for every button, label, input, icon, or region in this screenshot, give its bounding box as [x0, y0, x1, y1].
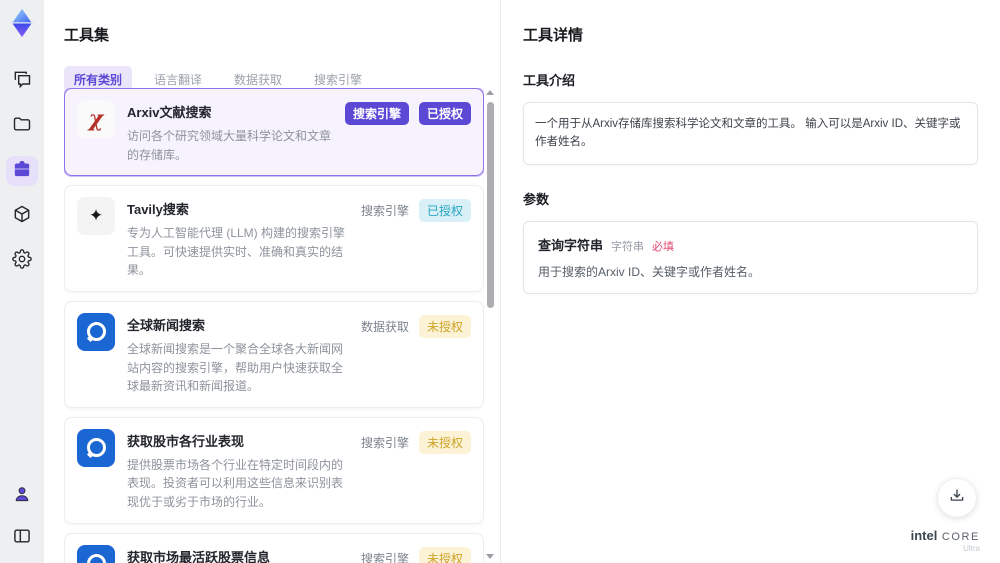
- download-button[interactable]: [938, 479, 976, 517]
- scrollbar-up-arrow-icon[interactable]: [486, 90, 494, 95]
- scrollbar-thumb[interactable]: [487, 102, 494, 308]
- tool-card[interactable]: Arxiv文献搜索 访问各个研究领域大量科学论文和文章的存储库。 搜索引擎 已授…: [64, 88, 484, 177]
- tool-auth-badge: 未授权: [418, 314, 471, 338]
- sidebar: [0, 0, 44, 563]
- tool-description: 访问各个研究领域大量科学论文和文章的存储库。: [127, 129, 332, 162]
- tool-description: 专为人工智能代理 (LLM) 构建的搜索引擎工具。可快速提供实时、准确和真实的结…: [127, 226, 346, 278]
- tool-auth-badge: 未授权: [418, 546, 471, 563]
- tool-category-badge: 搜索引擎: [360, 435, 409, 450]
- qapp-icon: [77, 312, 115, 351]
- brand-core-text: CORE: [941, 530, 980, 543]
- sidebar-item-tools[interactable]: [6, 156, 38, 186]
- intel-core-logo: intel CORE Ultra: [911, 527, 980, 554]
- tavily-icon: [77, 197, 115, 236]
- layout-panel-icon: [12, 526, 32, 551]
- qapp-icon: [77, 428, 115, 467]
- arxiv-icon: [77, 100, 115, 138]
- folder-icon: [12, 114, 32, 139]
- sidebar-item-panel-toggle[interactable]: [6, 523, 38, 553]
- tool-title: Tavily搜索: [127, 202, 189, 218]
- tool-description: 提供股票市场各个行业在特定时间段内的表现。投资者可以利用这些信息来识别表现优于或…: [127, 457, 344, 509]
- tool-intro-text: 一个用于从Arxiv存储库搜索科学论文和文章的工具。 输入可以是Arxiv ID…: [523, 102, 978, 165]
- tool-details-panel: 工具详情 工具介绍 一个用于从Arxiv存储库搜索科学论文和文章的工具。 输入可…: [501, 0, 1000, 563]
- chat-icon: [12, 69, 32, 94]
- param-row: 查询字符串 字符串 必填 用于搜索的Arxiv ID、关键字或作者姓名。: [538, 235, 963, 280]
- tool-category-badge: 搜索引擎: [360, 551, 409, 563]
- user-icon: [12, 484, 32, 509]
- param-description: 用于搜索的Arxiv ID、关键字或作者姓名。: [538, 264, 761, 279]
- tool-auth-badge: 未授权: [418, 430, 471, 454]
- tool-category-badge: 搜索引擎: [360, 204, 409, 219]
- gear-icon: [12, 248, 32, 274]
- qapp-icon: [77, 544, 115, 563]
- brand-sub-text: Ultra: [963, 544, 980, 554]
- brand-intel-text: intel: [910, 527, 938, 543]
- briefcase-icon: [12, 159, 32, 184]
- param-name: 查询字符串: [538, 237, 604, 253]
- intro-heading: 工具介绍: [523, 73, 576, 88]
- sidebar-item-user[interactable]: [6, 481, 38, 511]
- params-heading: 参数: [523, 191, 550, 207]
- sidebar-item-files[interactable]: [6, 111, 38, 141]
- tool-description: 全球新闻搜索是一个聚合全球各大新闻网站内容的搜索引擎，帮助用户快速获取全球最新资…: [127, 341, 344, 394]
- tool-category-badge: 搜索引擎: [344, 102, 409, 125]
- tool-auth-badge: 已授权: [418, 199, 471, 223]
- tool-title: 全球新闻搜索: [127, 317, 206, 333]
- tool-title: 获取股市各行业表现: [127, 433, 245, 449]
- sidebar-item-settings[interactable]: [6, 246, 38, 276]
- app-window: 工具集 所有类别语言翻译数据获取搜索引擎 Arxiv文献搜索 访问各个研究领域大…: [0, 0, 1000, 563]
- sidebar-item-chat[interactable]: [6, 66, 38, 96]
- tool-card[interactable]: 全球新闻搜索 全球新闻搜索是一个聚合全球各大新闻网站内容的搜索引擎，帮助用户快速…: [64, 300, 484, 408]
- tool-card[interactable]: 获取市场最活跃股票信息 提供当天交易量最高的股票列表。投资者可以利用这些信息来识…: [64, 532, 484, 563]
- toolset-panel: 工具集 所有类别语言翻译数据获取搜索引擎 Arxiv文献搜索 访问各个研究领域大…: [44, 0, 501, 563]
- details-title: 工具详情: [523, 27, 584, 44]
- page-title: 工具集: [64, 27, 110, 44]
- cube-icon: [12, 204, 32, 229]
- scrollbar-down-arrow-icon[interactable]: [486, 554, 494, 559]
- scrollbar: [486, 90, 495, 559]
- params-list: 查询字符串 字符串 必填 用于搜索的Arxiv ID、关键字或作者姓名。: [523, 220, 978, 294]
- tool-card[interactable]: Tavily搜索 专为人工智能代理 (LLM) 构建的搜索引擎工具。可快速提供实…: [64, 185, 484, 292]
- tool-card[interactable]: 获取股市各行业表现 提供股票市场各个行业在特定时间段内的表现。投资者可以利用这些…: [64, 416, 484, 524]
- tool-list: Arxiv文献搜索 访问各个研究领域大量科学论文和文章的存储库。 搜索引擎 已授…: [64, 88, 484, 563]
- download-icon: [948, 487, 966, 510]
- tool-auth-badge: 已授权: [418, 102, 471, 125]
- tool-title: Arxiv文献搜索: [127, 105, 212, 120]
- sidebar-item-packages[interactable]: [6, 201, 38, 231]
- app-logo-icon: [5, 6, 39, 40]
- tool-title: 获取市场最活跃股票信息: [127, 549, 271, 563]
- tool-category-badge: 数据获取: [360, 319, 409, 334]
- param-required-badge: 必填: [652, 240, 675, 253]
- param-type: 字符串: [611, 240, 645, 253]
